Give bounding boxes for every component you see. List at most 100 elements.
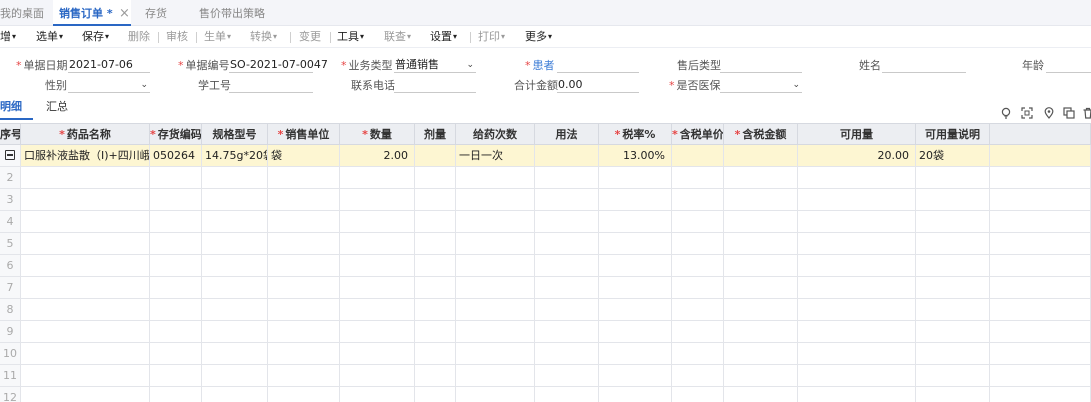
table-cell[interactable] — [724, 365, 798, 386]
table-cell[interactable] — [21, 167, 150, 188]
column-header[interactable]: * 含税金额 — [724, 124, 798, 145]
table-cell[interactable] — [415, 145, 456, 166]
patient-label[interactable]: * 患者 — [525, 59, 555, 73]
table-cell[interactable] — [798, 365, 916, 386]
column-header[interactable]: * 含税单价 — [672, 124, 724, 145]
table-cell[interactable] — [990, 321, 1091, 342]
table-cell[interactable] — [599, 189, 672, 210]
table-cell[interactable] — [268, 343, 340, 364]
table-cell[interactable] — [21, 365, 150, 386]
table-cell[interactable] — [415, 299, 456, 320]
column-header[interactable]: 剂量 — [415, 124, 456, 145]
delete-icon[interactable] — [1082, 107, 1091, 119]
table-cell[interactable] — [990, 167, 1091, 188]
table-cell[interactable] — [535, 233, 599, 254]
table-cell[interactable] — [150, 277, 202, 298]
table-cell[interactable] — [268, 167, 340, 188]
table-cell[interactable] — [268, 233, 340, 254]
table-cell[interactable] — [456, 167, 535, 188]
table-cell[interactable] — [798, 277, 916, 298]
table-cell[interactable] — [202, 299, 268, 320]
doc-date-field[interactable]: 2021-07-06 — [68, 58, 150, 73]
table-cell[interactable] — [202, 343, 268, 364]
table-cell[interactable] — [150, 387, 202, 402]
table-cell[interactable]: 14.75g*20袋 — [202, 145, 268, 166]
column-header[interactable]: 用法 — [535, 124, 599, 145]
table-cell[interactable]: 20袋 — [916, 145, 990, 166]
after-sales-field[interactable] — [720, 58, 802, 73]
table-cell[interactable] — [724, 233, 798, 254]
table-cell[interactable] — [268, 211, 340, 232]
table-cell[interactable] — [672, 189, 724, 210]
more-button[interactable]: 更多▾ — [525, 26, 552, 48]
table-cell[interactable] — [456, 211, 535, 232]
table-cell[interactable] — [990, 277, 1091, 298]
table-cell[interactable] — [990, 343, 1091, 364]
table-cell[interactable] — [268, 255, 340, 276]
table-cell[interactable]: 20.00 — [798, 145, 916, 166]
table-cell[interactable] — [340, 211, 415, 232]
table-cell[interactable] — [202, 211, 268, 232]
row-menu-icon[interactable] — [5, 150, 15, 160]
table-cell[interactable] — [724, 343, 798, 364]
table-cell[interactable] — [415, 167, 456, 188]
table-cell[interactable] — [798, 299, 916, 320]
table-cell[interactable] — [340, 343, 415, 364]
table-cell[interactable] — [340, 189, 415, 210]
tab-price-strategy[interactable]: 售价带出策略 — [199, 0, 265, 26]
table-cell[interactable] — [150, 233, 202, 254]
table-cell[interactable] — [340, 255, 415, 276]
column-header[interactable]: 可用量说明 — [916, 124, 990, 145]
table-cell[interactable]: 口服补液盐散（I)+四川峨... — [21, 145, 150, 166]
biz-type-select[interactable]: 普通销售 ⌄ — [394, 58, 476, 73]
table-cell[interactable] — [990, 299, 1091, 320]
table-cell[interactable] — [724, 145, 798, 166]
table-cell[interactable] — [21, 277, 150, 298]
table-cell[interactable] — [990, 211, 1091, 232]
table-cell[interactable] — [535, 387, 599, 402]
table-row[interactable]: 12 — [0, 387, 1091, 402]
table-cell[interactable]: 050264 — [150, 145, 202, 166]
table-cell[interactable] — [535, 145, 599, 166]
table-cell[interactable] — [202, 277, 268, 298]
table-cell[interactable] — [456, 365, 535, 386]
table-cell[interactable] — [415, 233, 456, 254]
patient-field[interactable] — [557, 58, 639, 73]
table-row[interactable]: 8 — [0, 299, 1091, 321]
table-cell[interactable] — [724, 211, 798, 232]
table-cell[interactable]: 13.00% — [599, 145, 672, 166]
audit-button[interactable]: 审核 — [166, 26, 188, 48]
table-cell[interactable] — [535, 343, 599, 364]
table-cell[interactable] — [340, 277, 415, 298]
select-button[interactable]: 选单▾ — [36, 26, 63, 48]
table-cell[interactable] — [724, 255, 798, 276]
table-cell[interactable] — [456, 299, 535, 320]
table-cell[interactable] — [268, 189, 340, 210]
table-cell[interactable] — [202, 321, 268, 342]
table-row[interactable]: 6 — [0, 255, 1091, 277]
table-cell[interactable] — [916, 277, 990, 298]
table-cell[interactable] — [268, 387, 340, 402]
table-cell[interactable] — [21, 387, 150, 402]
table-row[interactable]: 7 — [0, 277, 1091, 299]
table-cell[interactable] — [535, 299, 599, 320]
table-cell[interactable] — [202, 189, 268, 210]
column-header[interactable]: * 存货编码 — [150, 124, 202, 145]
table-cell[interactable]: 2.00 — [340, 145, 415, 166]
table-cell[interactable] — [672, 211, 724, 232]
table-cell[interactable] — [599, 299, 672, 320]
table-cell[interactable] — [916, 299, 990, 320]
table-cell[interactable] — [21, 343, 150, 364]
save-button[interactable]: 保存▾ — [82, 26, 109, 48]
table-cell[interactable] — [456, 387, 535, 402]
linked-query-button[interactable]: 联查▾ — [384, 26, 411, 48]
column-header[interactable]: 给药次数 — [456, 124, 535, 145]
table-cell[interactable] — [672, 233, 724, 254]
table-cell[interactable] — [415, 321, 456, 342]
table-cell[interactable] — [535, 321, 599, 342]
table-cell[interactable] — [724, 387, 798, 402]
table-cell[interactable] — [456, 343, 535, 364]
table-cell[interactable] — [798, 189, 916, 210]
table-cell[interactable] — [798, 387, 916, 402]
table-cell[interactable] — [21, 255, 150, 276]
